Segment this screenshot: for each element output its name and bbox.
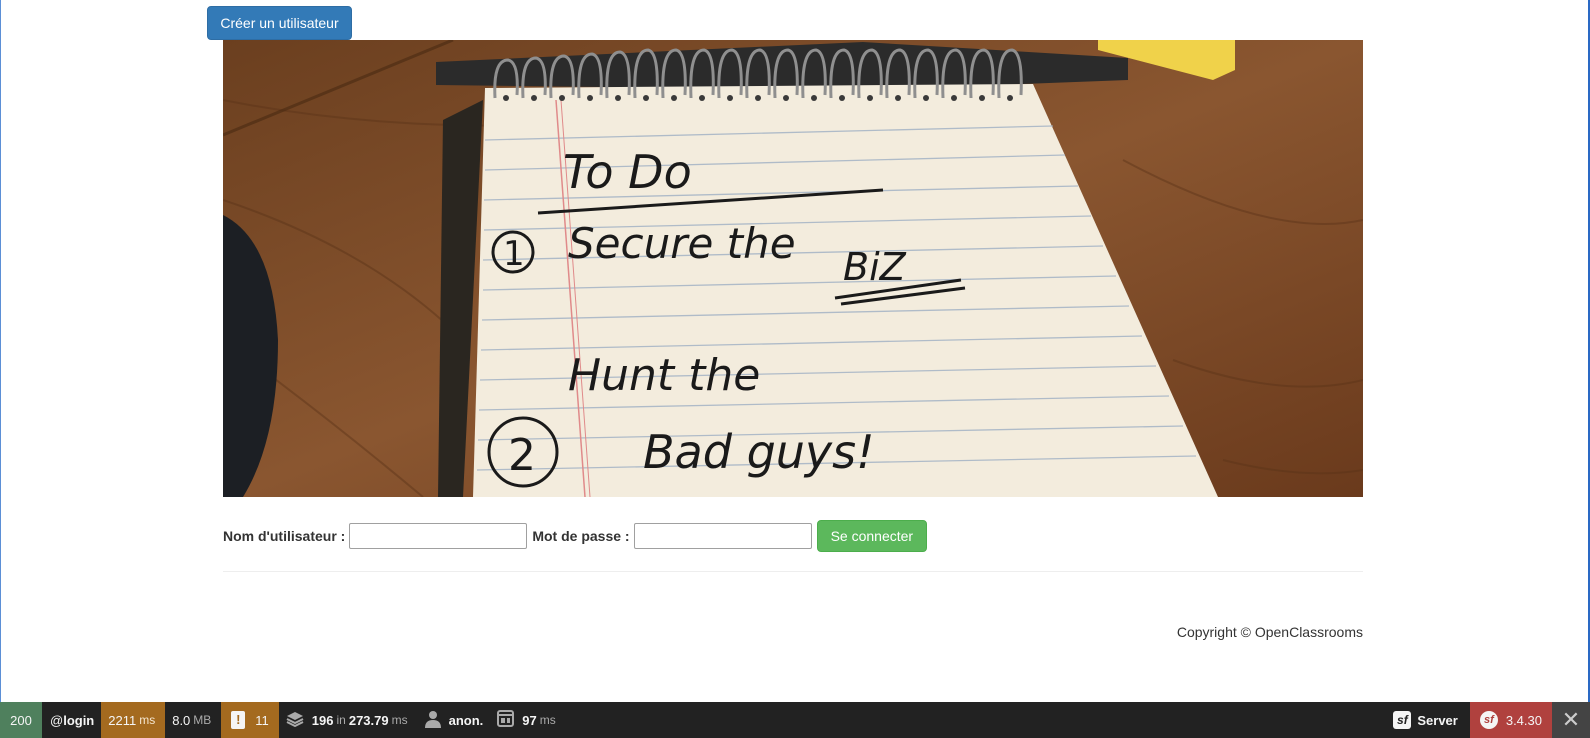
route-name: login	[63, 712, 95, 728]
close-toolbar-button[interactable]: ✕	[1552, 702, 1590, 738]
cache-time: 273.79	[348, 712, 389, 728]
status-code: 200	[10, 712, 32, 728]
warnings-count: 11	[255, 712, 269, 728]
window-left-edge	[0, 0, 1, 702]
time-unit: ms	[139, 713, 156, 727]
memory-value: 8.0	[172, 712, 191, 728]
render-unit: ms	[539, 713, 556, 727]
hero-text-badguys: Bad guys!	[643, 425, 875, 479]
hero-text-biz: BiZ	[843, 245, 907, 289]
login-form: Nom d'utilisateur : Mot de passe : Se co…	[223, 520, 928, 552]
status-code-badge[interactable]: 200	[0, 702, 42, 738]
cache-unit: ms	[391, 713, 408, 727]
hero-text-todo: To Do	[563, 145, 692, 199]
memory-unit: MB	[193, 713, 212, 727]
symfony-circle-icon: sf	[1479, 711, 1498, 729]
username-label: Nom d'utilisateur :	[223, 528, 346, 544]
password-label: Mot de passe :	[532, 528, 630, 544]
password-input[interactable]	[633, 523, 812, 549]
hero-circle-2: 2	[508, 430, 536, 481]
footer-divider	[223, 571, 1363, 572]
render-value: 97	[522, 712, 537, 728]
server-label: Server	[1417, 712, 1458, 728]
hero-image: To Do Secure the BiZ Hunt the Bad guys! …	[223, 40, 1363, 497]
render-panel[interactable]: 97 ms	[490, 702, 565, 738]
login-submit-button[interactable]: Se connecter	[816, 520, 928, 552]
hero-text-hunt: Hunt the	[568, 350, 760, 401]
time-panel[interactable]: 2211 ms	[101, 702, 166, 738]
template-icon	[497, 710, 515, 730]
route-panel[interactable]: @ login	[42, 702, 101, 738]
create-user-button[interactable]: Créer un utilisateur	[207, 6, 352, 40]
cache-value: 196	[311, 712, 334, 728]
debug-toolbar: 200 @ login 2211 ms 8.0 MB ! 11 196 in 2…	[0, 702, 1590, 738]
user-panel[interactable]: anon.	[418, 702, 491, 738]
username-input[interactable]	[349, 523, 528, 549]
warnings-panel[interactable]: ! 11	[221, 702, 279, 738]
copyright-text: Copyright © OpenClassrooms	[1176, 624, 1363, 640]
close-icon: ✕	[1561, 707, 1581, 732]
time-value: 2211	[108, 712, 137, 728]
memory-panel[interactable]: 8.0 MB	[165, 702, 221, 738]
hero-text-secure: Secure the	[568, 219, 796, 268]
user-name: anon.	[448, 712, 484, 728]
cache-in: in	[336, 713, 346, 727]
layers-icon	[286, 711, 304, 730]
version-panel[interactable]: sf 3.4.30	[1469, 702, 1552, 738]
cache-panel[interactable]: 196 in 273.79 ms	[279, 702, 418, 738]
version-text: 3.4.30	[1505, 712, 1542, 728]
hero-circle-1: 1	[503, 234, 525, 274]
user-icon	[424, 710, 441, 731]
route-prefix: @	[50, 712, 64, 728]
exclamation-icon: !	[231, 711, 246, 729]
symfony-logo-icon: sf	[1393, 711, 1412, 729]
server-panel[interactable]: sf Server	[1386, 702, 1469, 738]
